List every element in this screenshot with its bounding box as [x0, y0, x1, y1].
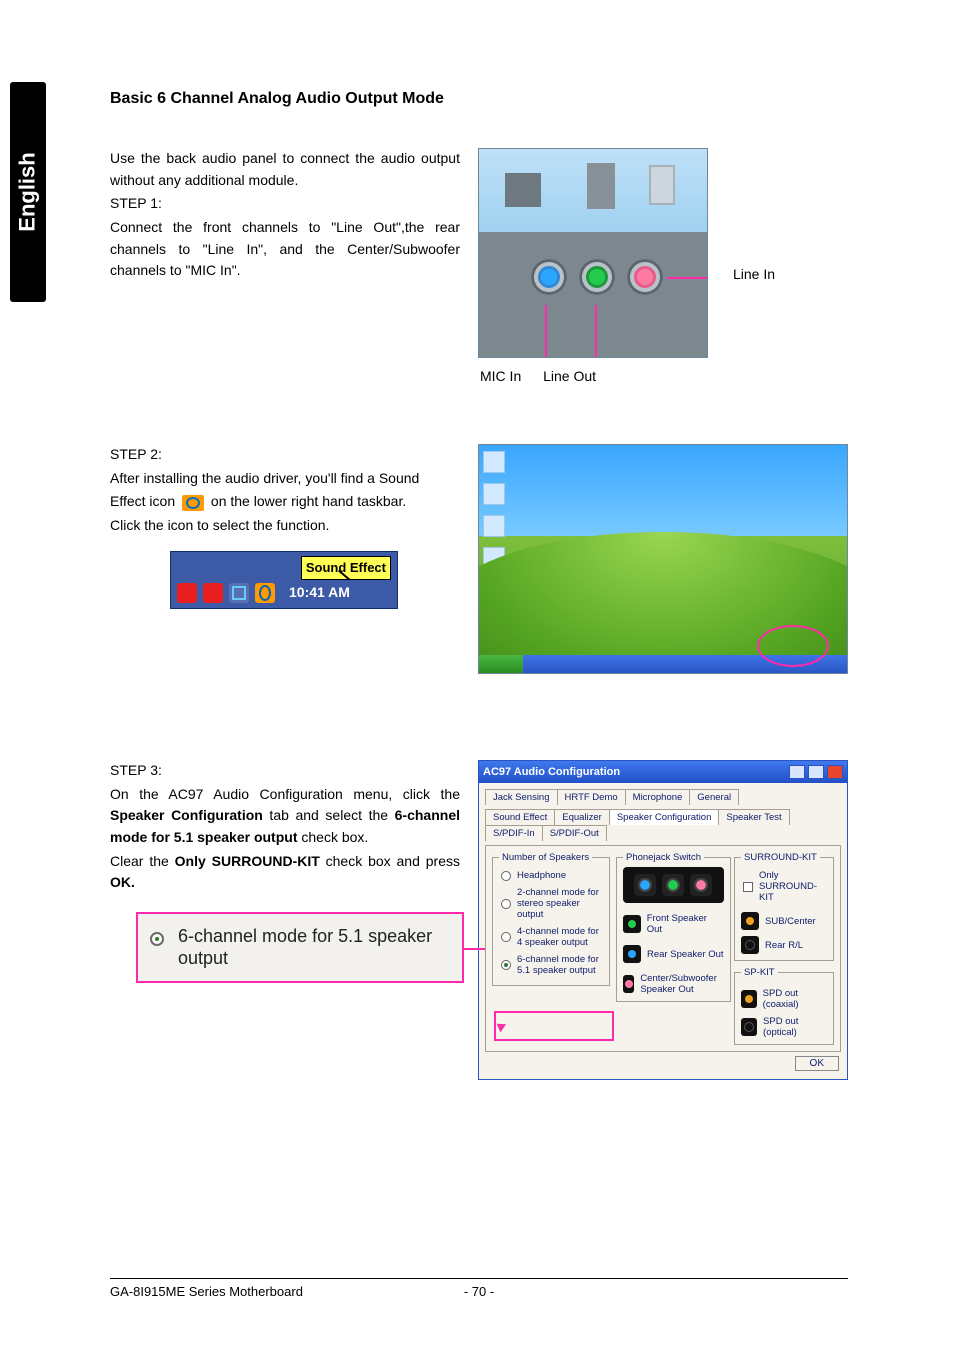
- jack-pink-icon: [690, 874, 712, 896]
- tab-speaker-configuration[interactable]: Speaker Configuration: [609, 809, 720, 825]
- tab-equalizer[interactable]: Equalizer: [554, 809, 610, 825]
- group-phonejack-switch: Phonejack Switch Front Speaker Out: [616, 852, 731, 1002]
- tray-clock: 10:41 AM: [289, 582, 350, 604]
- close-button[interactable]: [827, 765, 843, 779]
- sk-rear-rl: Rear R/L: [741, 936, 827, 954]
- sk-spd-optical: SPD out (optical): [741, 1016, 827, 1038]
- step3-body: On the AC97 Audio Configuration menu, cl…: [110, 784, 460, 849]
- language-tab: English: [10, 82, 46, 302]
- footer-page-number: - 70 -: [439, 1284, 519, 1299]
- tab-jack-sensing[interactable]: Jack Sensing: [485, 789, 558, 805]
- minimize-button[interactable]: [789, 765, 805, 779]
- jack-line-in-icon: [531, 259, 567, 295]
- jack-green-icon: [662, 874, 684, 896]
- sk-sub-center: SUB/Center: [741, 912, 827, 930]
- step2-line-b: Effect icon on the lower right hand task…: [110, 491, 460, 513]
- step1-label: STEP 1:: [110, 193, 460, 215]
- desktop-icon: [483, 483, 505, 505]
- jack-blue-icon: [634, 874, 656, 896]
- step1-body: Connect the front channels to "Line Out"…: [110, 217, 460, 282]
- line-out-caption: Line Out: [543, 368, 596, 384]
- radio-2ch[interactable]: 2-channel mode for stereo speaker output: [499, 884, 603, 923]
- sk-spd-coax: SPD out (coaxial): [741, 988, 827, 1010]
- legend-speakers: Number of Speakers: [499, 852, 592, 863]
- step2-line-a: After installing the audio driver, you'l…: [110, 468, 460, 490]
- tab-speaker-test[interactable]: Speaker Test: [718, 809, 789, 825]
- tray-icon-generic: [177, 583, 197, 603]
- legend-surround-kit: SURROUND-KIT: [741, 852, 820, 863]
- tab-hrtf-demo[interactable]: HRTF Demo: [557, 789, 626, 805]
- start-button-icon: [479, 655, 523, 673]
- window-title: AC97 Audio Configuration: [483, 766, 620, 778]
- radio-6ch-callout: 6-channel mode for 5.1 speaker output: [136, 912, 464, 983]
- line-in-label: Line In: [733, 266, 775, 282]
- maximize-button[interactable]: [808, 765, 824, 779]
- intro-paragraph: Use the back audio panel to connect the …: [110, 148, 460, 191]
- group-sp-kit: SP-KIT SPD out (coaxial) SPD out (optica…: [734, 967, 834, 1045]
- legend-sp-kit: SP-KIT: [741, 967, 778, 978]
- footer-rule: [110, 1278, 848, 1279]
- rear-speaker-label: Rear Speaker Out: [623, 945, 724, 963]
- tray-icon-sound-effect[interactable]: [255, 583, 275, 603]
- tab-sound-effect[interactable]: Sound Effect: [485, 809, 555, 825]
- checkbox-only-surround-kit[interactable]: Only SURROUND-KIT: [741, 867, 827, 906]
- ok-button[interactable]: OK: [795, 1056, 839, 1071]
- sound-effect-tray-icon: [182, 495, 204, 511]
- phonejack-icons: [623, 867, 724, 903]
- step3-body-2: Clear the Only SURROUND-KIT check box an…: [110, 851, 460, 894]
- legend-phonejack: Phonejack Switch: [623, 852, 704, 863]
- highlight-ellipse: [757, 625, 829, 667]
- tray-icon-monitor: [229, 583, 249, 603]
- tab-general[interactable]: General: [689, 789, 739, 805]
- radio-6ch[interactable]: 6-channel mode for 5.1 speaker output: [499, 951, 603, 979]
- footer-left: GA-8I915ME Series Motherboard: [110, 1284, 439, 1299]
- mic-in-caption: MIC In: [480, 368, 521, 384]
- tab-spdif-out[interactable]: S/PDIF-Out: [542, 825, 607, 841]
- tab-row: Jack Sensing HRTF Demo Microphone Genera…: [485, 789, 841, 805]
- front-speaker-label: Front Speaker Out: [623, 913, 724, 935]
- windows-desktop-figure: [478, 444, 848, 674]
- section-heading: Basic 6 Channel Analog Audio Output Mode: [110, 90, 850, 108]
- group-surround-kit: SURROUND-KIT Only SURROUND-KIT SUB/Cente…: [734, 852, 834, 961]
- radio-headphone[interactable]: Headphone: [499, 867, 603, 884]
- radio-4ch[interactable]: 4-channel mode for 4 speaker output: [499, 923, 603, 951]
- step3-label: STEP 3:: [110, 760, 460, 782]
- highlight-cursor-icon: [496, 1021, 510, 1035]
- tab-microphone[interactable]: Microphone: [625, 789, 691, 805]
- system-tray-figure: Sound Effect 10:41 AM: [170, 551, 398, 609]
- desktop-icon: [483, 515, 505, 537]
- step2-line-c: Click the icon to select the function.: [110, 515, 460, 537]
- ac97-config-window: AC97 Audio Configuration Jack Sensing HR…: [478, 760, 848, 1080]
- tab-row-2: Sound Effect Equalizer Speaker Configura…: [485, 809, 841, 841]
- jack-mic-in-icon: [627, 259, 663, 295]
- jack-line-out-icon: [579, 259, 615, 295]
- center-sub-label: Center/Subwoofer Speaker Out: [623, 973, 724, 995]
- tab-spdif-in[interactable]: S/PDIF-In: [485, 825, 543, 841]
- group-number-of-speakers: Number of Speakers Headphone 2-channel m…: [492, 852, 610, 986]
- radio-selected-icon: [150, 932, 164, 946]
- tray-icon-generic: [203, 583, 223, 603]
- step2-label: STEP 2:: [110, 444, 460, 466]
- desktop-icon: [483, 451, 505, 473]
- audio-panel-figure: Line In MIC In Line Out: [478, 148, 848, 384]
